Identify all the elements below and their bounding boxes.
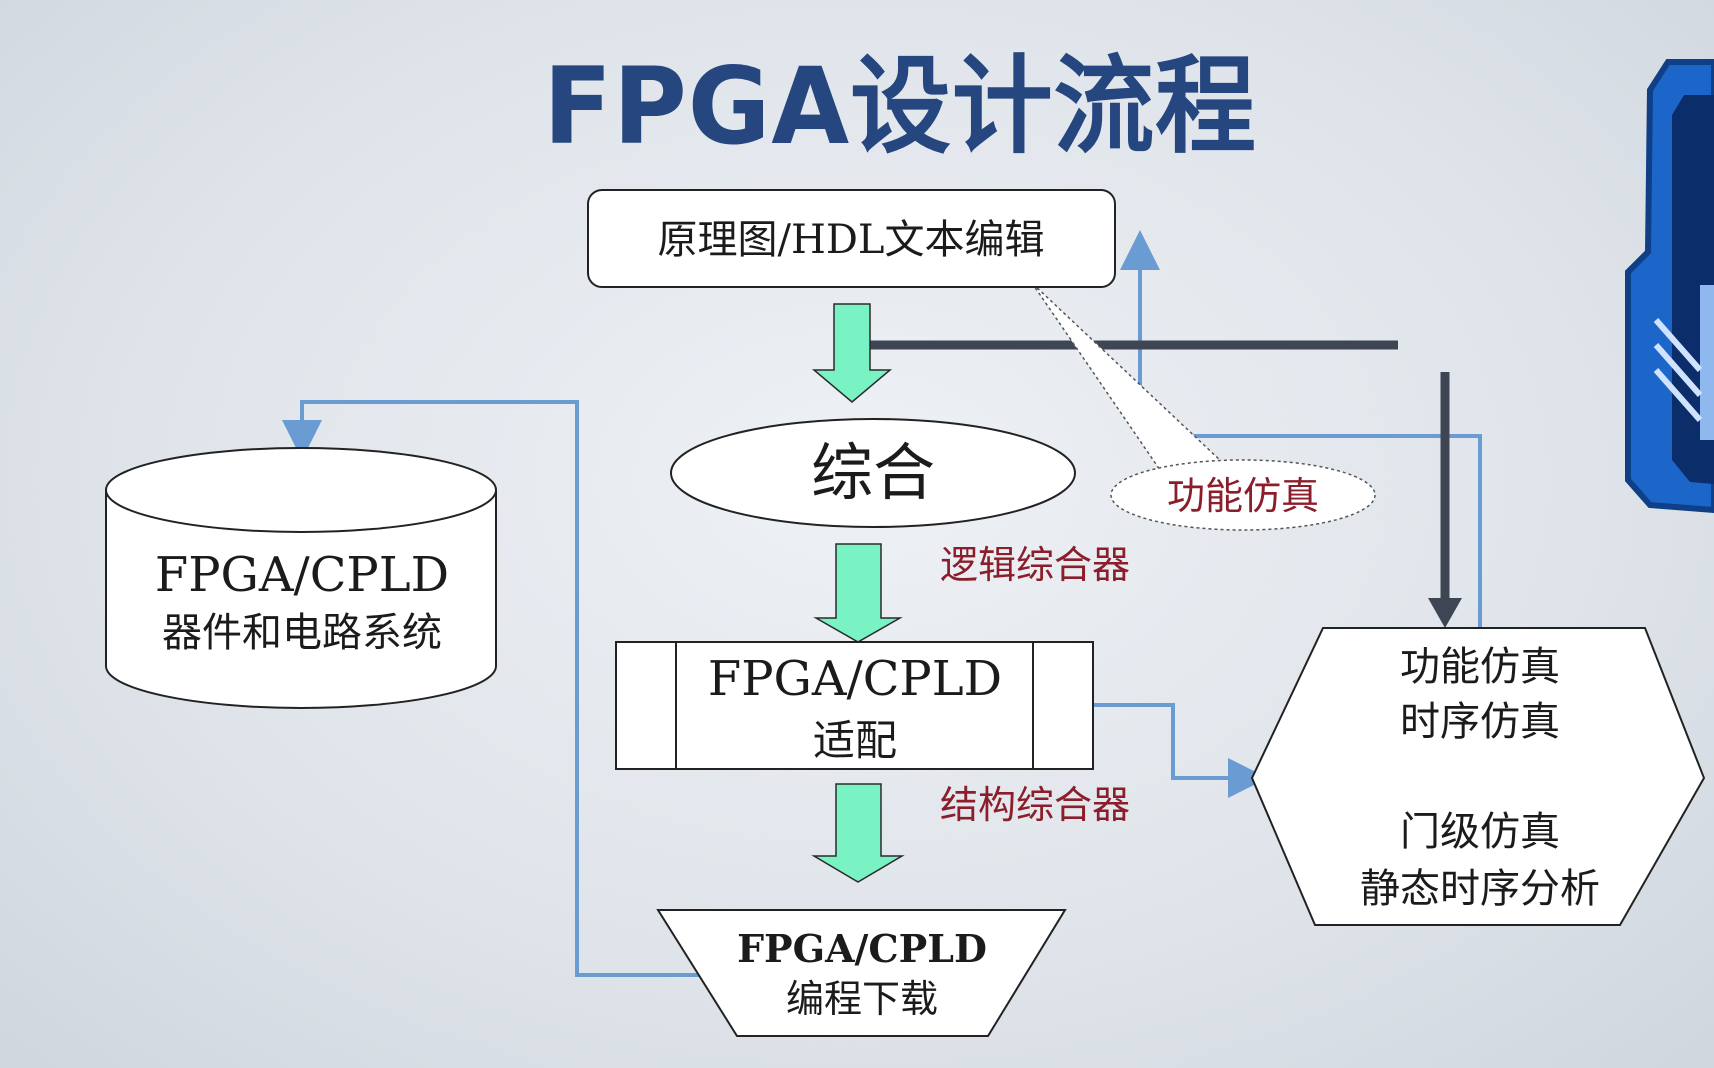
sim-label-1: 功能仿真 — [1400, 644, 1560, 690]
struct-synth-label: 结构综合器 — [940, 783, 1130, 827]
sim-label-4: 静态时序分析 — [1360, 866, 1600, 912]
callout-pointer — [1031, 282, 1224, 471]
sim-label-2: 时序仿真 — [1400, 699, 1560, 745]
fitting-label-2: 适配 — [813, 716, 897, 765]
callout-label: 功能仿真 — [1167, 474, 1319, 518]
fitting-label-1: FPGA/CPLD — [708, 651, 1002, 707]
device-label-2: 器件和电路系统 — [162, 610, 442, 656]
logic-synth-label: 逻辑综合器 — [940, 543, 1130, 587]
flow-arrow-2 — [813, 543, 903, 643]
fitting-to-sim-line — [1094, 703, 1268, 798]
decorative-device-frame — [1625, 59, 1714, 514]
dark-down-arrow-head — [1428, 598, 1462, 628]
editor-label: 原理图/HDL文本编辑 — [658, 217, 1045, 263]
flow-diagram: 原理图/HDL文本编辑 综合 功能仿真 逻辑综合器 FPGA/CPLD 适配 结… — [105, 59, 1714, 1037]
flow-arrow-1 — [811, 303, 893, 403]
download-label-1: FPGA/CPLD — [737, 926, 987, 971]
sim-label-3: 门级仿真 — [1400, 809, 1560, 855]
flow-arrow-3 — [811, 783, 905, 883]
download-label-2: 编程下载 — [786, 977, 938, 1021]
device-label-1: FPGA/CPLD — [155, 547, 449, 603]
synthesis-label: 综合 — [811, 436, 935, 509]
